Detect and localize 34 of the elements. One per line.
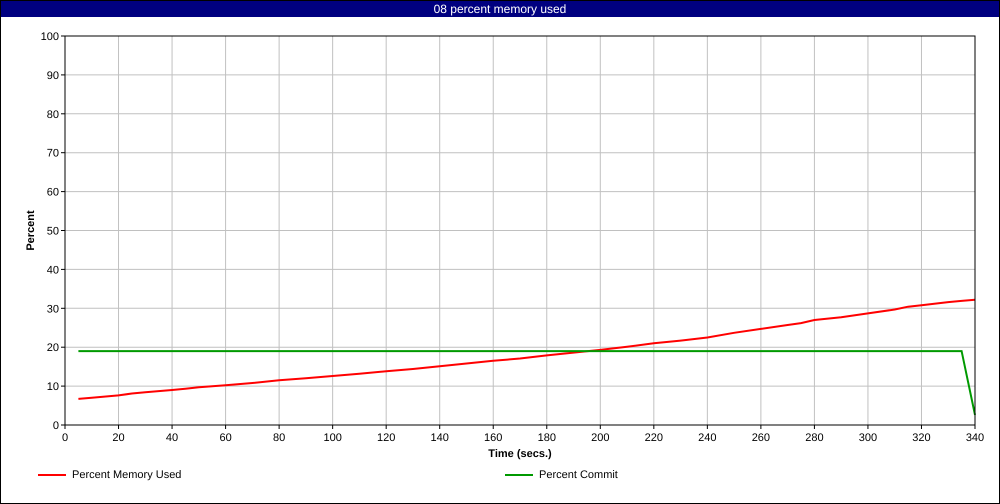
legend-label: Percent Commit	[539, 469, 618, 481]
y-tick-label: 80	[46, 108, 59, 121]
x-tick-label: 80	[273, 432, 286, 444]
x-tick-label: 340	[966, 432, 984, 444]
y-tick-label: 90	[46, 70, 59, 82]
x-tick-label: 260	[752, 432, 770, 444]
x-tick-label: 220	[644, 432, 663, 444]
x-tick-label: 60	[219, 432, 232, 444]
x-tick-label: 280	[805, 432, 824, 444]
y-tick-label: 40	[46, 264, 59, 276]
y-tick-label: 60	[46, 186, 59, 199]
y-tick-label: 0	[52, 420, 59, 432]
y-tick-label: 10	[46, 381, 59, 394]
x-tick-label: 180	[538, 432, 556, 444]
x-tick-label: 120	[377, 432, 396, 444]
x-tick-label: 20	[112, 432, 125, 444]
y-tick-label: 20	[46, 342, 59, 354]
y-axis-label: Percent	[25, 210, 37, 251]
x-axis-label: Time (secs.)	[488, 448, 552, 460]
window-title: 08 percent memory used	[1, 1, 999, 17]
x-tick-label: 320	[912, 432, 931, 444]
y-tick-label: 50	[46, 226, 59, 238]
x-tick-label: 240	[698, 432, 717, 444]
x-tick-label: 0	[62, 432, 68, 444]
x-tick-label: 40	[166, 432, 178, 444]
x-tick-label: 140	[430, 432, 449, 444]
x-tick-label: 100	[323, 432, 342, 444]
y-tick-label: 30	[46, 303, 59, 316]
legend-label: Percent Memory Used	[72, 469, 182, 481]
x-tick-label: 160	[484, 432, 502, 444]
y-tick-label: 100	[40, 31, 59, 43]
x-tick-label: 200	[591, 432, 610, 444]
y-tick-label: 70	[46, 148, 59, 160]
x-tick-label: 300	[858, 432, 878, 444]
